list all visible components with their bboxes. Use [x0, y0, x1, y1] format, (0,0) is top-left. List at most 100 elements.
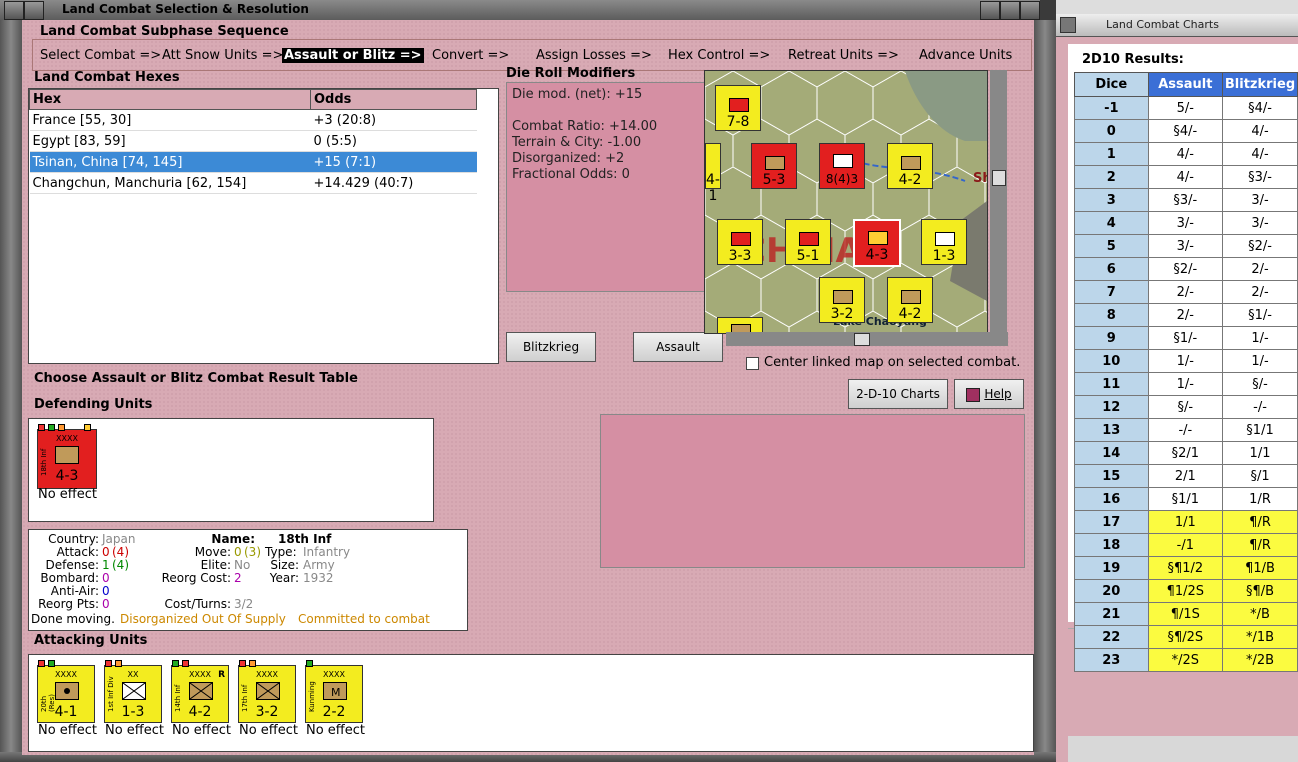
assault-cell: 1/1 — [1147, 510, 1224, 534]
window-title: Land Combat Selection & Resolution — [62, 2, 309, 16]
maximize-icon[interactable] — [1000, 1, 1020, 20]
seq-step-att-snow[interactable]: Att Snow Units => — [162, 48, 283, 63]
map-unit-1st-inf-div[interactable]: 1-3 — [921, 219, 967, 265]
attacking-unit-counter[interactable]: XX 1st Inf Div 1-3 — [104, 660, 162, 723]
map-vscroll-thumb[interactable] — [992, 170, 1006, 186]
seq-step-assault-blitz[interactable]: Assault or Blitz => — [282, 48, 424, 63]
map-unit-4th-inf[interactable]: 5-1 — [785, 219, 831, 265]
dice-cell: 12 — [1074, 395, 1149, 419]
map-unit-18th-inf[interactable]: 4-3 — [853, 219, 901, 267]
info-year: 1932 — [303, 571, 334, 585]
defending-unit-effect: No effect — [38, 487, 98, 502]
attacking-unit-counter[interactable]: XXXX 17th Inf 3-2 — [238, 660, 296, 723]
attacking-unit-effect: No effect — [239, 723, 299, 738]
svg-text:M: M — [331, 686, 341, 699]
help-button[interactable]: Help — [954, 379, 1024, 409]
charts-button[interactable]: 2-D-10 Charts — [848, 379, 948, 409]
assault-cell: 4/- — [1147, 165, 1224, 189]
assault-cell: 3/- — [1147, 211, 1224, 235]
blitzkrieg-cell: 1/- — [1222, 326, 1298, 350]
map-unit-1st[interactable]: 4-1 — [705, 143, 721, 204]
minimize-icon[interactable] — [980, 1, 1000, 20]
table-row-selected[interactable]: Tsinan, China [74, 145] +15 (7:1) — [29, 151, 477, 173]
map-unit-2nd-inf[interactable]: 5-3 — [751, 143, 797, 189]
table-row: 3 §3/- 3/- — [1074, 188, 1298, 212]
blitzkrieg-cell: §/- — [1222, 372, 1298, 396]
hex-column-header[interactable]: Hex — [29, 89, 311, 110]
map-unit-sian[interactable]: 3-3 — [717, 219, 763, 265]
seq-step-advance[interactable]: Advance Units — [919, 48, 1012, 63]
modifiers-panel: Die mod. (net): +15 Combat Ratio: +14.00… — [506, 82, 723, 292]
odds-cell: +14.429 (40:7) — [310, 172, 477, 194]
table-row[interactable]: Egypt [83, 59] 0 (5:5) — [29, 130, 477, 152]
odds-cell: +3 (20:8) — [310, 109, 477, 131]
collapse-icon[interactable] — [24, 1, 44, 20]
assault-button[interactable]: Assault — [633, 332, 723, 362]
info-name-label: Name: — [211, 532, 255, 546]
attacking-unit-counter[interactable]: XXXX 20th (Res) 4-1 — [37, 660, 95, 723]
map-horizontal-scrollbar[interactable] — [726, 332, 1008, 346]
table-row: -1 5/- §4/- — [1074, 96, 1298, 120]
info-antiair-label: Anti-Air: — [50, 584, 99, 598]
hex-cell: France [55, 30] — [29, 109, 311, 131]
assault-cell: ¶1/2S — [1147, 579, 1224, 603]
table-row: 20 ¶1/2S §¶/B — [1074, 579, 1298, 603]
attacking-units-panel: XXXX 20th (Res) 4-1 No effect XX 1st Inf D… — [28, 654, 1034, 752]
center-map-checkbox[interactable] — [746, 357, 759, 370]
window-frame-left — [0, 20, 22, 762]
hexes-heading: Land Combat Hexes — [34, 70, 180, 85]
seq-step-convert[interactable]: Convert => — [432, 48, 509, 63]
map-unit-8th-inf[interactable]: 7-8 — [715, 85, 761, 131]
table-row: 1 4/- 4/- — [1074, 142, 1298, 166]
defending-unit-counter[interactable]: XXXX 18th Inf 4-3 — [37, 424, 97, 489]
info-antiair: 0 — [102, 584, 110, 598]
charts-system-icon[interactable] — [1060, 17, 1076, 33]
dice-cell: 3 — [1074, 188, 1149, 212]
blitzkrieg-cell: */2B — [1222, 648, 1298, 672]
info-type-label: Type: — [265, 545, 297, 559]
map-unit-yamamoto[interactable]: 8(4)3 — [819, 143, 865, 189]
map-hscroll-thumb[interactable] — [854, 333, 870, 346]
mod-terrain: Terrain & City: -1.00 — [512, 135, 642, 150]
seq-step-select-combat[interactable]: Select Combat => — [40, 48, 161, 63]
attacking-unit-counter[interactable]: XXXX Kunming M 2-2 — [305, 660, 363, 723]
odds-column-header[interactable]: Odds — [310, 89, 477, 110]
assault-cell: §/- — [1147, 395, 1224, 419]
charts-window-title: Land Combat Charts — [1106, 18, 1219, 31]
map-unit-canton[interactable]: 4-2 — [887, 143, 933, 189]
mini-map[interactable]: CHINA Lake Chaoyang Sh 7-8 5-3 8(4)3 4-2… — [704, 70, 988, 334]
table-row[interactable]: Changchun, Manchuria [62, 154] +14.429 (4… — [29, 172, 477, 194]
seq-step-retreat[interactable]: Retreat Units => — [788, 48, 899, 63]
blitzkrieg-cell: 1/1 — [1222, 441, 1298, 465]
info-bombard: 0 — [102, 571, 110, 585]
table-row[interactable]: France [55, 30] +3 (20:8) — [29, 109, 477, 131]
hex-cell: Tsinan, China [74, 145] — [29, 151, 311, 173]
info-bombard-label: Bombard: — [40, 571, 99, 585]
attacking-unit-counter[interactable]: XXXX 14th Inf R 4-2 — [171, 660, 229, 723]
table-row: 8 2/- §1/- — [1074, 303, 1298, 327]
map-unit-14th-inf[interactable]: 4-2 — [887, 277, 933, 323]
defending-heading: Defending Units — [34, 397, 153, 412]
hexes-list: Hex Odds France [55, 30] +3 (20:8) Egypt … — [28, 88, 499, 364]
table-row: 6 §2/- 2/- — [1074, 257, 1298, 281]
blitzkrieg-button[interactable]: Blitzkrieg — [506, 332, 596, 362]
table-row: 15 2/1 §/1 — [1074, 464, 1298, 488]
seq-step-hex-control[interactable]: Hex Control => — [668, 48, 770, 63]
seq-step-assign-losses[interactable]: Assign Losses => — [536, 48, 652, 63]
dice-cell: 19 — [1074, 556, 1149, 580]
dice-cell: 5 — [1074, 234, 1149, 258]
title-bar: Land Combat Selection & Resolution — [0, 0, 1040, 21]
close-icon[interactable] — [1020, 1, 1040, 20]
info-cost-turns-label: Cost/Turns: — [164, 597, 231, 611]
sequence-heading: Land Combat Subphase Sequence — [40, 24, 289, 39]
system-menu-icon[interactable] — [4, 1, 24, 20]
map-unit-17th-inf[interactable]: 3-2 — [819, 277, 865, 323]
table-row: 16 §1/1 1/R — [1074, 487, 1298, 511]
odds-cell: 0 (5:5) — [310, 130, 477, 152]
info-attack: 0 — [102, 545, 110, 559]
map-vertical-scrollbar[interactable] — [990, 70, 1007, 332]
mod-fractional: Fractional Odds: 0 — [512, 167, 630, 182]
hexes-table: Hex Odds France [55, 30] +3 (20:8) Egypt … — [29, 89, 477, 194]
map-label-sh: Sh — [973, 171, 987, 186]
hex-cell: Changchun, Manchuria [62, 154] — [29, 172, 311, 194]
